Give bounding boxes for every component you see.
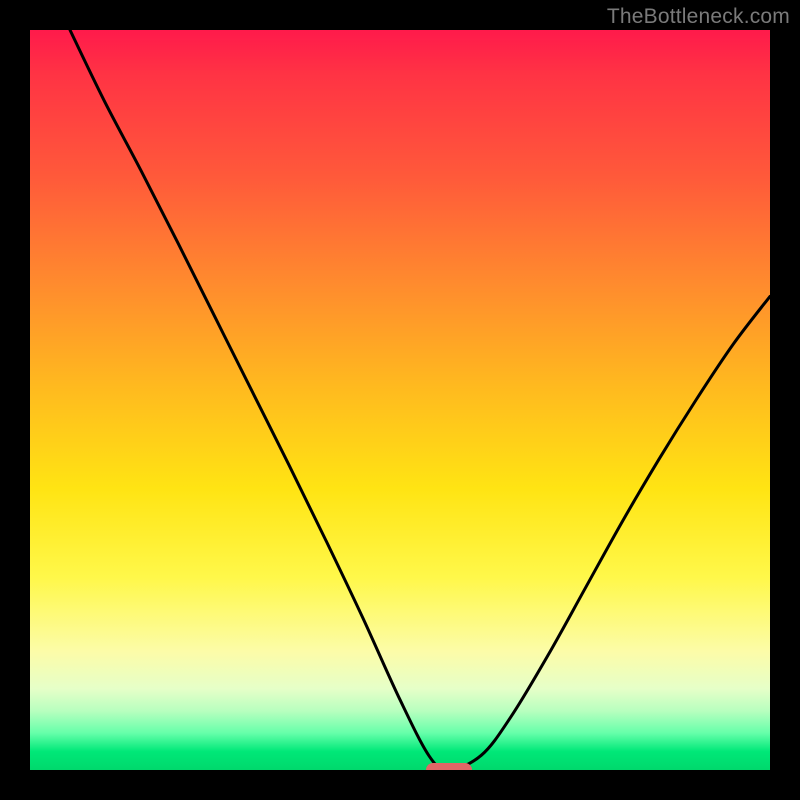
watermark-text: TheBottleneck.com <box>607 5 790 29</box>
bottleneck-curve <box>70 30 770 770</box>
minimum-marker <box>426 763 472 770</box>
plot-area <box>30 30 770 770</box>
curve-svg <box>30 30 770 770</box>
chart-frame: TheBottleneck.com <box>0 0 800 800</box>
